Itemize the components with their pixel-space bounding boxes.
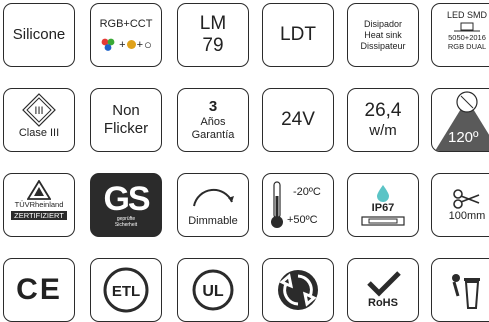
warranty-line2: Garantía — [191, 129, 235, 141]
rgbcct-tile: RGB+CCT + + ○ — [90, 3, 162, 67]
plus-sign-1: + — [119, 38, 126, 51]
ul-tile: UL — [177, 258, 249, 322]
ul-mark-icon: UL — [192, 269, 234, 311]
scissors-icon — [453, 188, 480, 209]
gs-caption2: Sicherheit — [114, 222, 138, 228]
profile-strip-icon — [361, 215, 405, 226]
warranty-tile: 3 Años Garantía — [177, 88, 249, 152]
silicone-label: Silicone — [12, 26, 66, 43]
rgb-dots-icon: + + ○ — [100, 37, 152, 52]
smd-chip-icon — [454, 22, 480, 32]
dimmer-arc-icon — [193, 188, 234, 207]
temperature-high: -20ºC — [293, 186, 321, 198]
power-line2: w/m — [369, 122, 397, 139]
waste-bin-icon — [452, 274, 480, 309]
temperature-tile: -20ºC +50ºC — [262, 173, 334, 237]
rohs-tile: RoHS — [347, 258, 419, 322]
tuv-tile: TÜVRheinland ZERTIFIZIERT — [3, 173, 75, 237]
ledsmd-tile: LED SMD 5050+2016 RGB DUAL — [431, 3, 489, 67]
thermometer-icon — [271, 181, 283, 228]
recycle-tile — [262, 258, 334, 322]
plus-sign-2: + — [136, 38, 143, 51]
warranty-line1: Años — [200, 116, 226, 128]
gs-tile: GS geprüfte Sicherheit — [90, 173, 162, 237]
warm-white-dot-icon — [126, 40, 136, 49]
heatsink-line1: Disipador — [363, 18, 403, 29]
ip-label: IP67 — [371, 201, 395, 214]
angle-label: 120º — [448, 129, 479, 146]
rgbcct-label: RGB+CCT — [99, 18, 153, 30]
flicker-line2: Flicker — [103, 120, 149, 137]
lm79-line2: 79 — [202, 35, 224, 56]
voltage-tile: 24V — [262, 88, 334, 152]
ip-tile: IP67 — [347, 173, 419, 237]
ce-label: CE — [16, 273, 62, 306]
heatsink-tile: Disipador Heat sink Dissipateur — [347, 3, 419, 67]
silicone-tile: Silicone — [3, 3, 75, 67]
ledsmd-line3: RGB DUAL — [447, 42, 487, 51]
etl-label: ETL — [112, 283, 140, 300]
temperature-low: +50ºC — [287, 214, 318, 226]
ce-tile: CE — [3, 258, 75, 322]
lm79-line1: LM — [199, 13, 227, 34]
power-line1: 26,4 — [364, 100, 402, 121]
heatsink-line2: Heat sink — [364, 29, 402, 40]
ledsmd-line1: LED SMD — [446, 10, 487, 20]
dimmable-label: Dimmable — [188, 215, 238, 227]
class-three-diamond-icon: III — [22, 93, 56, 127]
rohs-check-icon — [367, 270, 401, 297]
ldt-tile: LDT — [262, 3, 334, 67]
warranty-number: 3 — [208, 98, 218, 115]
tuv-line1: TÜVRheinland — [14, 200, 64, 209]
ul-label: UL — [202, 283, 224, 300]
angle-tile: 120º — [431, 88, 489, 152]
bin-tile — [431, 258, 489, 322]
class-three-symbol: III — [34, 105, 43, 117]
lm79-tile: LM 79 — [177, 3, 249, 67]
tuv-line2: ZERTIFIZIERT — [11, 211, 67, 220]
rohs-label: RoHS — [368, 296, 398, 309]
cut-tile: 100mm — [431, 173, 489, 237]
flicker-line1: Non — [112, 102, 140, 119]
water-drop-icon — [377, 184, 389, 202]
cool-white-ring-icon: ○ — [144, 37, 152, 52]
ledsmd-line2: 5050+2016 — [448, 33, 486, 42]
etl-tile: ETL — [90, 258, 162, 322]
etl-mark-icon: ETL — [103, 267, 149, 313]
flicker-tile: Non Flicker — [90, 88, 162, 152]
gs-letters: GS — [103, 180, 150, 218]
recycle-icon — [278, 270, 318, 310]
clase-tile: III Clase III — [3, 88, 75, 152]
tuv-triangle-icon — [27, 180, 51, 200]
heatsink-line3: Dissipateur — [360, 40, 406, 51]
rgb-cluster-icon — [101, 38, 115, 51]
voltage-label: 24V — [281, 109, 315, 130]
cut-label: 100mm — [448, 209, 486, 222]
clase-label: Clase III — [18, 127, 60, 139]
power-tile: 26,4 w/m — [347, 88, 419, 152]
ldt-label: LDT — [280, 24, 316, 45]
dimmable-tile: Dimmable — [177, 173, 249, 237]
